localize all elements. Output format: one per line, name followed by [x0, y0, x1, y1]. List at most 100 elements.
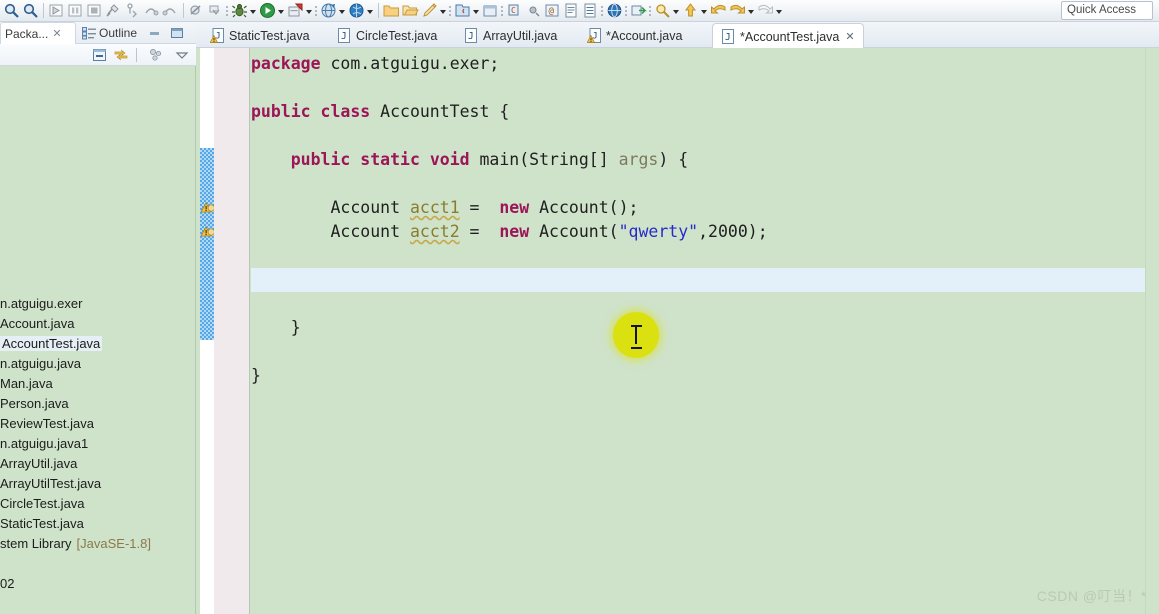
tree-item[interactable]: n.atguigu.exer [0, 293, 82, 313]
warning-marker-icon[interactable] [200, 224, 215, 239]
code-token: } [251, 366, 261, 385]
code-line: } [251, 364, 261, 388]
code-token: Account [251, 222, 410, 241]
debug-resume-icon[interactable] [47, 1, 66, 21]
history-icon[interactable] [756, 1, 775, 21]
skip-breakpoints-icon[interactable] [187, 1, 206, 21]
open-folder-icon[interactable] [401, 1, 420, 21]
quick-access-field[interactable]: Quick Access [1061, 1, 1153, 20]
code-token: Account [251, 198, 410, 217]
run-icon[interactable] [258, 1, 277, 21]
chevron-down-icon[interactable] [277, 3, 286, 19]
tree-item[interactable]: n.atguigu.java [0, 353, 81, 373]
tree-item[interactable]: stem Library [JavaSE-1.8] [0, 533, 151, 553]
tree-item[interactable]: CircleTest.java [0, 493, 85, 513]
chevron-down-icon[interactable] [472, 3, 481, 19]
open-type-icon[interactable] [2, 1, 21, 21]
open-browser-icon[interactable] [319, 1, 338, 21]
editor-tab[interactable]: J StaticTest.java [202, 23, 318, 48]
chevron-down-icon[interactable] [747, 3, 756, 19]
package-explorer-tree[interactable]: n.atguigu.exer Account.java AccountTest.ja… [0, 66, 196, 614]
new-class-icon[interactable]: C [505, 1, 524, 21]
code-surface[interactable]: package com.atguigu.exer; public class A… [251, 48, 1159, 614]
view-dropdown-icon[interactable] [174, 47, 190, 63]
tree-item[interactable]: Account.java [0, 313, 74, 333]
tree-item[interactable]: 02 [0, 573, 14, 593]
tab-outline[interactable]: Outline [82, 22, 137, 44]
overview-ruler[interactable] [1145, 48, 1159, 614]
step-over-icon[interactable] [142, 1, 161, 21]
javadoc-icon[interactable] [562, 1, 581, 21]
new-folder-icon[interactable] [382, 1, 401, 21]
current-line-highlight [251, 268, 1159, 292]
tree-item[interactable]: ArrayUtil.java [0, 453, 77, 473]
view-menu-icon[interactable] [148, 47, 164, 63]
new-wizard-icon[interactable] [420, 1, 439, 21]
search-type-icon[interactable] [653, 1, 672, 21]
chevron-down-icon[interactable] [249, 3, 258, 19]
tree-item-label: AccountTest.java [0, 335, 103, 351]
toolbar-separator [183, 3, 184, 18]
code-editor[interactable]: 123456789101112131415 package com.atguig… [196, 48, 1159, 614]
tab-package-explorer[interactable]: Packa... ✕ [0, 22, 76, 44]
warning-marker-icon[interactable] [200, 200, 215, 215]
close-icon[interactable]: ✕ [845, 30, 854, 43]
code-token: new [499, 222, 540, 241]
new-package-icon[interactable] [481, 1, 500, 21]
chevron-down-icon[interactable] [338, 3, 347, 19]
tree-item[interactable]: ReviewTest.java [0, 413, 94, 433]
tree-item[interactable]: AccountTest.java [0, 333, 103, 353]
search-icon[interactable] [21, 1, 40, 21]
tree-item-label: Man.java [0, 375, 53, 391]
search-web-icon[interactable] [347, 1, 366, 21]
editor-tab[interactable]: J *AccountTest.java ✕ [712, 23, 864, 49]
tree-item[interactable]: Person.java [0, 393, 69, 413]
step-return-icon[interactable] [161, 1, 180, 21]
chevron-down-icon[interactable] [775, 3, 784, 19]
chevron-down-icon[interactable] [439, 3, 448, 19]
editor-tab[interactable]: J *Account.java [579, 23, 690, 48]
code-token: ,2000); [698, 222, 768, 241]
drop-to-frame-icon[interactable] [206, 1, 225, 21]
publish-icon[interactable] [629, 1, 648, 21]
main-toolbar: C @ Quick Access [0, 0, 1159, 22]
minimize-icon[interactable] [148, 26, 162, 40]
editor-tab[interactable]: J CircleTest.java [329, 23, 445, 48]
link-icon[interactable] [524, 1, 543, 21]
back-icon[interactable] [709, 1, 728, 21]
maximize-icon[interactable] [170, 26, 184, 40]
new-annotation-icon[interactable]: @ [543, 1, 562, 21]
debug-icon[interactable] [230, 1, 249, 21]
step-into-icon[interactable] [123, 1, 142, 21]
tree-item[interactable]: Man.java [0, 373, 53, 393]
disconnect-icon[interactable] [104, 1, 123, 21]
chevron-down-icon[interactable] [700, 3, 709, 19]
tree-item-label: n.atguigu.exer [0, 295, 83, 311]
forward-icon[interactable] [728, 1, 747, 21]
tree-item[interactable]: StaticTest.java [0, 513, 84, 533]
code-line: Account acct1 = new Account(); [251, 196, 638, 220]
code-line: } [251, 316, 301, 340]
chevron-down-icon[interactable] [366, 3, 375, 19]
globe-icon[interactable] [605, 1, 624, 21]
tree-item[interactable]: ArrayUtilTest.java [0, 473, 101, 493]
tree-item[interactable]: n.atguigu.java1 [0, 433, 88, 453]
prev-annotation-icon[interactable] [681, 1, 700, 21]
code-line: public class AccountTest { [251, 100, 509, 124]
export-icon[interactable] [581, 1, 600, 21]
chevron-down-icon[interactable] [305, 3, 314, 19]
collapse-all-icon[interactable] [92, 47, 108, 63]
chevron-down-icon[interactable] [672, 3, 681, 19]
link-with-editor-icon[interactable] [113, 47, 129, 63]
run-external-tools-icon[interactable] [286, 1, 305, 21]
close-icon[interactable]: ✕ [52, 27, 61, 40]
java-file-icon: J [338, 28, 350, 43]
editor-tab[interactable]: J ArrayUtil.java [456, 23, 565, 48]
debug-terminate-icon[interactable] [85, 1, 104, 21]
debug-suspend-icon[interactable] [66, 1, 85, 21]
new-java-project-icon[interactable] [453, 1, 472, 21]
code-token: "qwerty" [618, 222, 699, 241]
